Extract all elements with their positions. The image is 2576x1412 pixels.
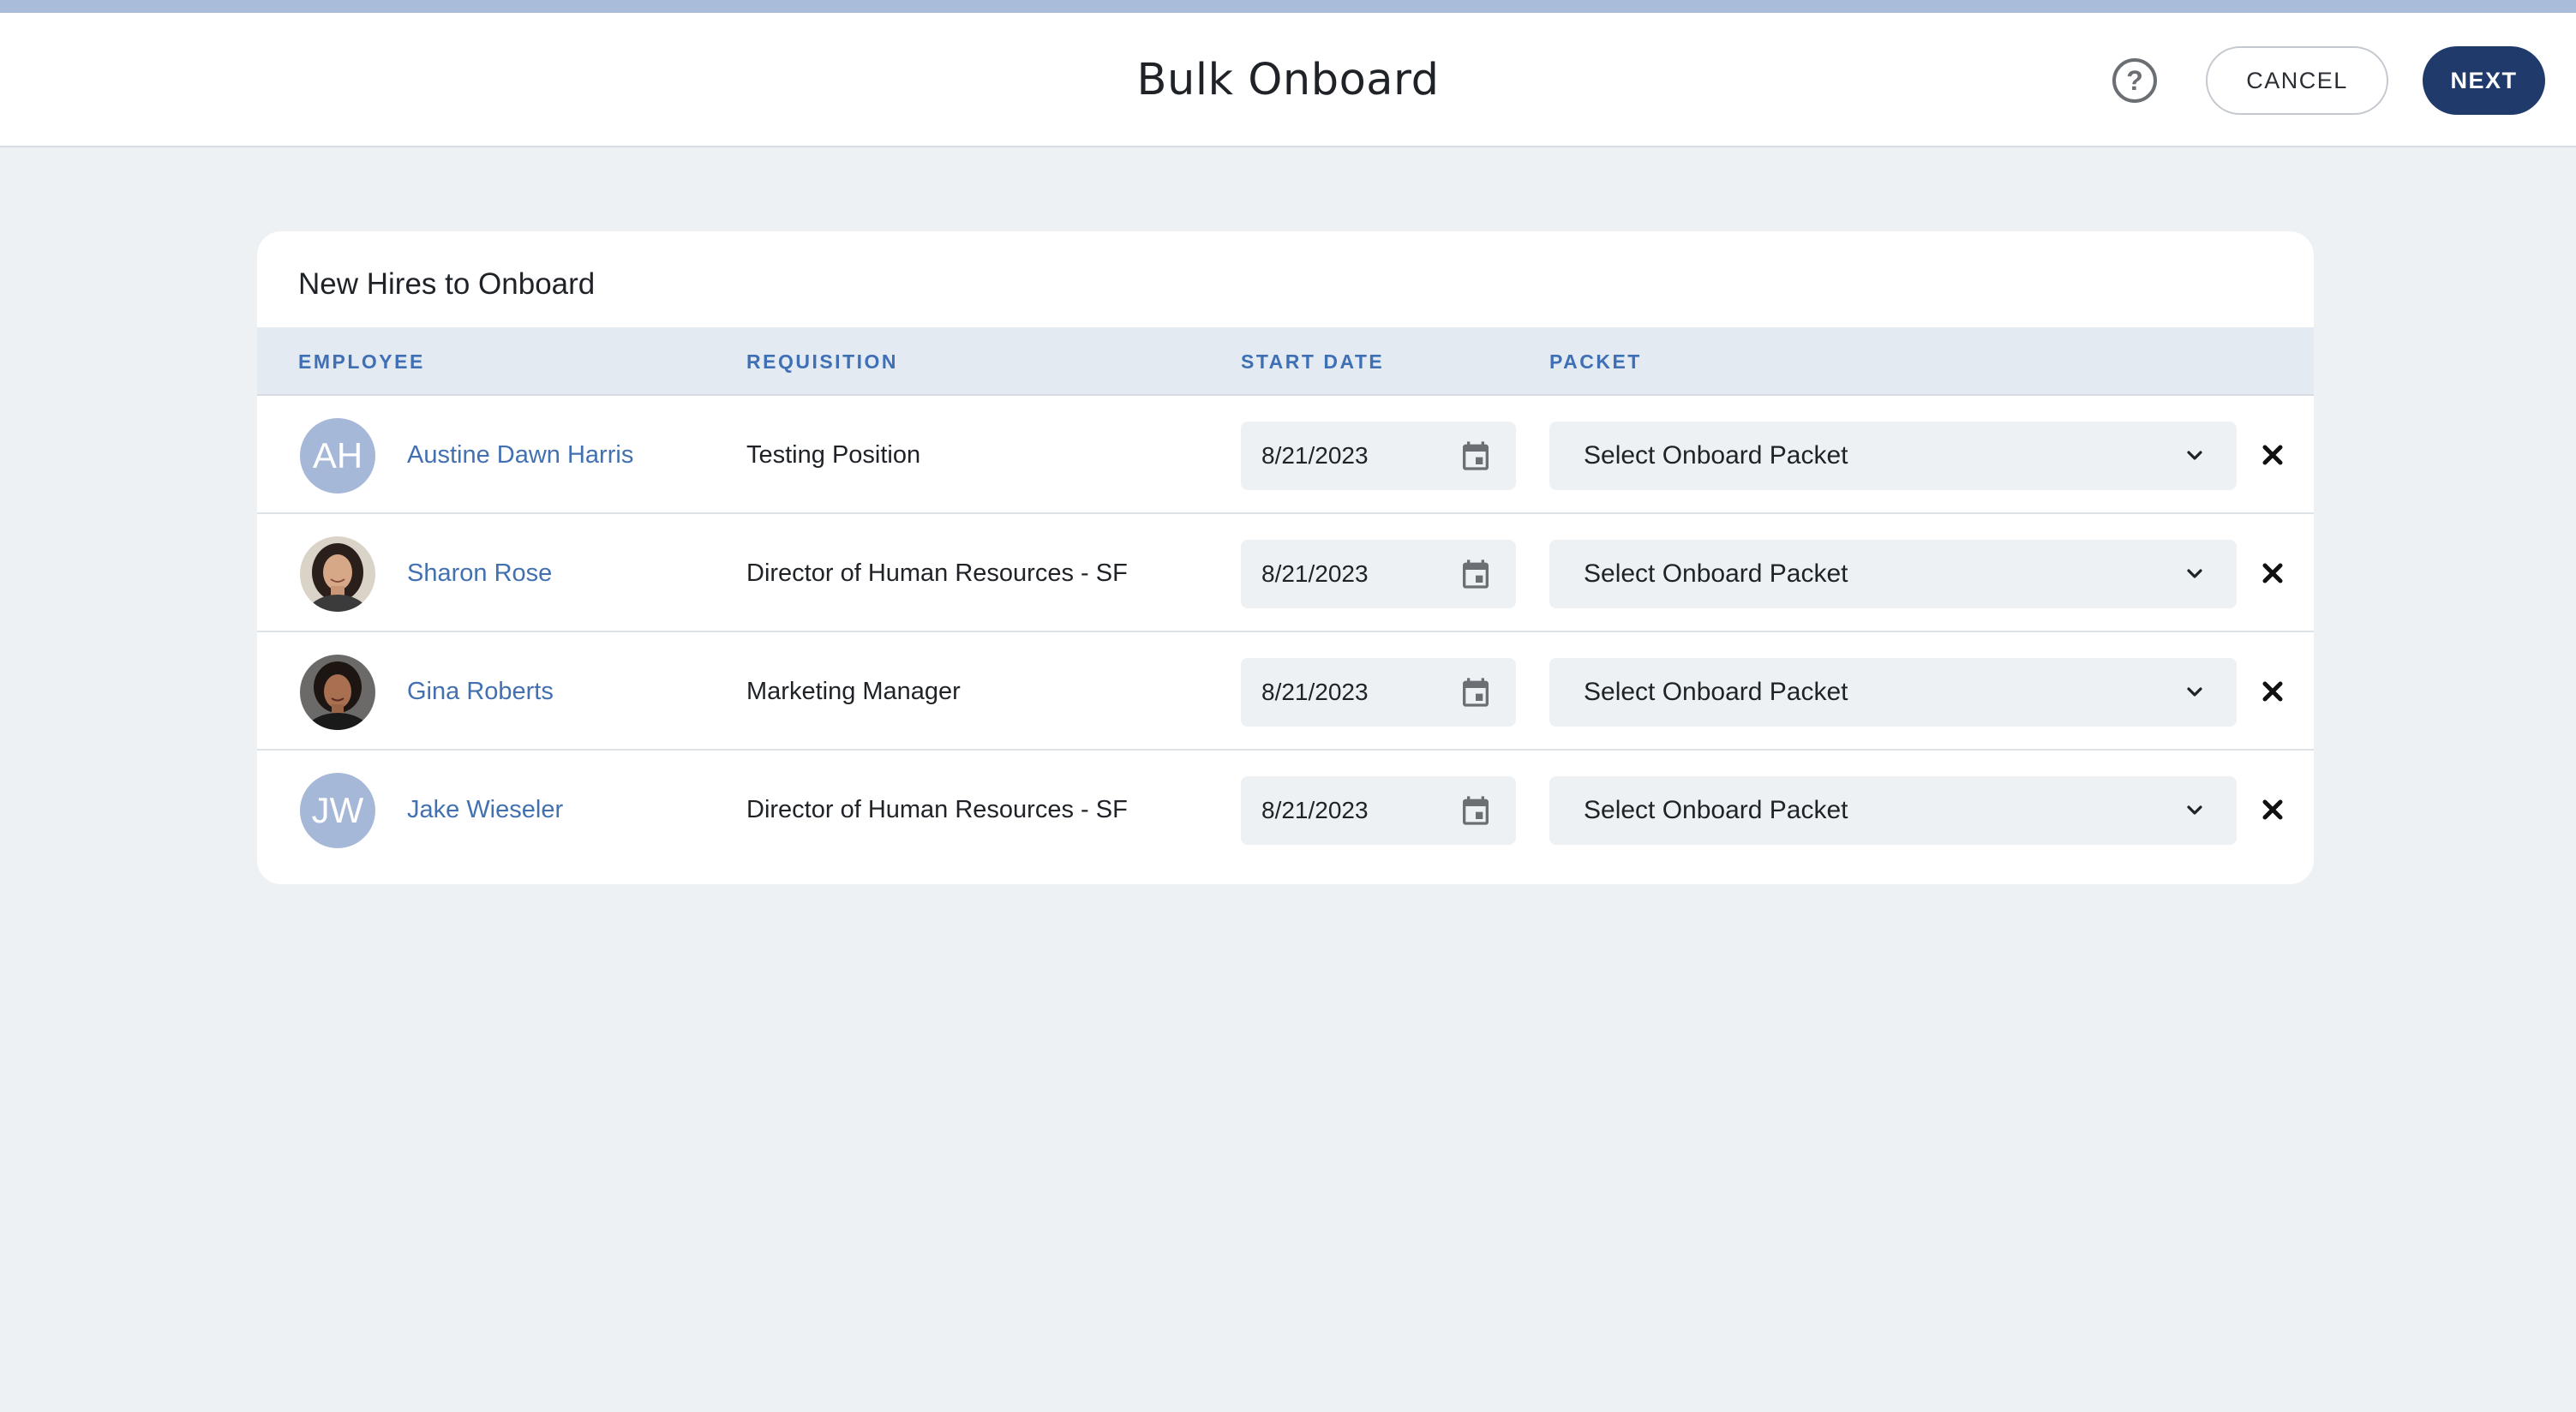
employee-name-link[interactable]: Gina Roberts [407, 632, 554, 751]
packet-select-value: Select Onboard Packet [1584, 441, 1848, 470]
requisition-text: Director of Human Resources - SF [746, 559, 1128, 587]
column-header-start-date: START DATE [1241, 350, 1385, 373]
top-accent-strip [0, 0, 2576, 13]
employee-name-link[interactable]: Sharon Rose [407, 514, 552, 632]
packet-select[interactable]: Select Onboard Packet [1549, 658, 2237, 727]
start-date-input[interactable]: 8/21/2023 [1241, 658, 1516, 727]
avatar [300, 655, 375, 730]
requisition-text: Director of Human Resources - SF [746, 795, 1128, 823]
avatar-photo [300, 655, 375, 730]
table-row: Gina Roberts Marketing Manager 8/21/2023… [257, 632, 2314, 751]
close-icon[interactable] [2260, 679, 2285, 704]
close-icon[interactable] [2260, 560, 2285, 586]
table-row: AH Austine Dawn Harris Testing Position … [257, 396, 2314, 514]
packet-select[interactable]: Select Onboard Packet [1549, 540, 2237, 608]
start-date-value: 8/21/2023 [1261, 560, 1369, 587]
calendar-icon[interactable] [1459, 439, 1493, 473]
start-date-value: 8/21/2023 [1261, 442, 1369, 469]
card-title: New Hires to Onboard [298, 267, 596, 301]
avatar: JW [300, 773, 375, 848]
start-date-value: 8/21/2023 [1261, 679, 1369, 705]
close-icon[interactable] [2260, 442, 2285, 468]
calendar-icon[interactable] [1459, 675, 1493, 709]
help-icon[interactable]: ? [2112, 58, 2157, 103]
avatar-photo [300, 536, 375, 612]
table-row: JW Jake Wieseler Director of Human Resou… [257, 751, 2314, 869]
chevron-down-icon [2187, 569, 2202, 578]
cancel-button[interactable]: CANCEL [2206, 46, 2388, 115]
employee-name-link[interactable]: Austine Dawn Harris [407, 396, 633, 514]
requisition-text: Marketing Manager [746, 677, 961, 705]
table-row: Sharon Rose Director of Human Resources … [257, 514, 2314, 632]
packet-select[interactable]: Select Onboard Packet [1549, 422, 2237, 490]
avatar-initials: JW [311, 790, 364, 830]
column-header-employee: EMPLOYEE [298, 350, 425, 373]
hires-table-body: AH Austine Dawn Harris Testing Position … [257, 396, 2314, 869]
close-icon[interactable] [2260, 797, 2285, 823]
packet-select-value: Select Onboard Packet [1584, 796, 1848, 824]
avatar: AH [300, 418, 375, 494]
help-glyph: ? [2126, 64, 2143, 96]
new-hires-card: New Hires to Onboard EMPLOYEE REQUISITIO… [257, 231, 2314, 884]
table-header: EMPLOYEE REQUISITION START DATE PACKET [257, 327, 2314, 396]
calendar-icon[interactable] [1459, 557, 1493, 591]
packet-select-value: Select Onboard Packet [1584, 678, 1848, 706]
packet-select-value: Select Onboard Packet [1584, 559, 1848, 588]
chevron-down-icon [2187, 805, 2202, 815]
avatar [300, 536, 375, 612]
calendar-icon[interactable] [1459, 793, 1493, 828]
page-header: Bulk Onboard ? CANCEL NEXT [0, 13, 2576, 147]
employee-name-link[interactable]: Jake Wieseler [407, 751, 563, 869]
column-header-requisition: REQUISITION [746, 350, 899, 373]
requisition-text: Testing Position [746, 440, 921, 469]
next-button[interactable]: NEXT [2423, 46, 2545, 115]
start-date-input[interactable]: 8/21/2023 [1241, 422, 1516, 490]
chevron-down-icon [2187, 687, 2202, 697]
chevron-down-icon [2187, 451, 2202, 460]
page-title: Bulk Onboard [1136, 55, 1440, 105]
start-date-input[interactable]: 8/21/2023 [1241, 776, 1516, 845]
start-date-value: 8/21/2023 [1261, 797, 1369, 823]
column-header-packet: PACKET [1549, 350, 1642, 373]
packet-select[interactable]: Select Onboard Packet [1549, 776, 2237, 845]
avatar-initials: AH [312, 435, 363, 476]
start-date-input[interactable]: 8/21/2023 [1241, 540, 1516, 608]
